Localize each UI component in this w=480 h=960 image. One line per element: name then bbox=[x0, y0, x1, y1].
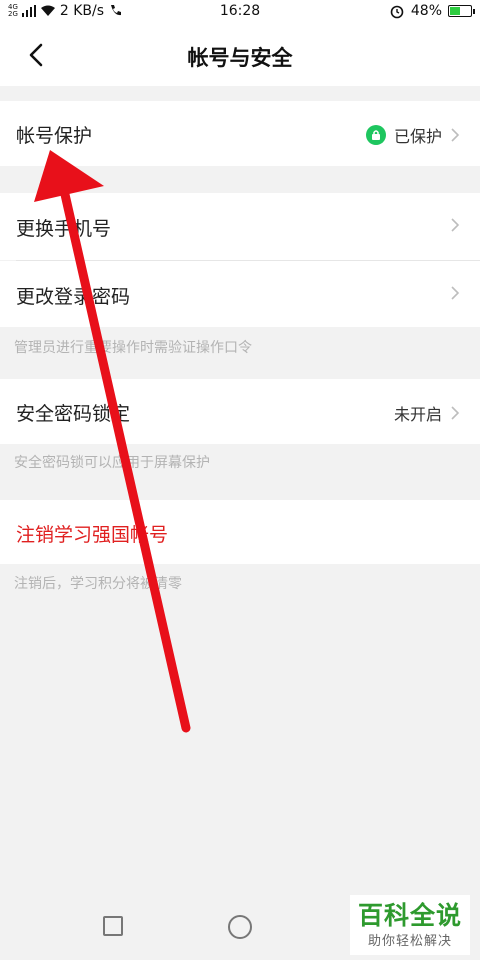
lock-hint: 安全密码锁可以应用于屏幕保护 bbox=[14, 455, 210, 471]
battery-fill bbox=[450, 7, 460, 15]
change-phone-label: 更换手机号 bbox=[16, 218, 112, 240]
alarm-icon bbox=[390, 5, 404, 19]
deactivate-account-label: 注销学习强国帐号 bbox=[16, 524, 169, 546]
status-bar: 4G 2G 2 KB/s 16:28 48% bbox=[0, 0, 480, 24]
protection-status-text: 已保护 bbox=[393, 127, 442, 146]
watermark-subtitle: 助你轻松解决 bbox=[367, 933, 452, 949]
security-lock-status: 未开启 bbox=[394, 401, 460, 425]
change-phone-value bbox=[442, 217, 460, 233]
change-password-label: 更改登录密码 bbox=[16, 286, 131, 308]
watermark-title: 百科全说 bbox=[357, 900, 462, 930]
battery-icon bbox=[448, 5, 475, 17]
change-password-row[interactable]: 更改登录密码 bbox=[0, 261, 480, 327]
chevron-right-icon bbox=[451, 218, 460, 232]
deactivate-account-row[interactable]: 注销学习强国帐号 bbox=[0, 500, 480, 564]
security-lock-row[interactable]: 安全密码锁定 未开启 bbox=[0, 379, 480, 444]
watermark: 百科全说 助你轻松解决 bbox=[350, 895, 470, 955]
security-lock-label: 安全密码锁定 bbox=[16, 403, 131, 425]
chevron-right-icon bbox=[451, 286, 460, 300]
status-right: 48% bbox=[389, 3, 475, 19]
home-button[interactable] bbox=[228, 915, 252, 939]
admin-hint: 管理员进行重要操作时需验证操作口令 bbox=[14, 340, 252, 356]
header: 帐号与安全 bbox=[0, 24, 480, 86]
recent-apps-button[interactable] bbox=[103, 916, 123, 936]
security-lock-status-text: 未开启 bbox=[393, 405, 442, 424]
chevron-right-icon bbox=[451, 406, 460, 420]
account-protection-label: 帐号保护 bbox=[16, 125, 93, 147]
account-protection-status: 已保护 bbox=[365, 123, 460, 147]
page-title: 帐号与安全 bbox=[187, 46, 293, 70]
lock-icon bbox=[365, 125, 386, 145]
change-password-chevron bbox=[450, 285, 460, 301]
battery-percent: 48% bbox=[410, 3, 442, 19]
chevron-right-icon bbox=[451, 128, 460, 142]
change-phone-row[interactable]: 更换手机号 bbox=[0, 193, 480, 260]
account-protection-row[interactable]: 帐号保护 已保护 bbox=[0, 101, 480, 166]
deactivate-hint: 注销后，学习积分将被清零 bbox=[14, 576, 182, 592]
